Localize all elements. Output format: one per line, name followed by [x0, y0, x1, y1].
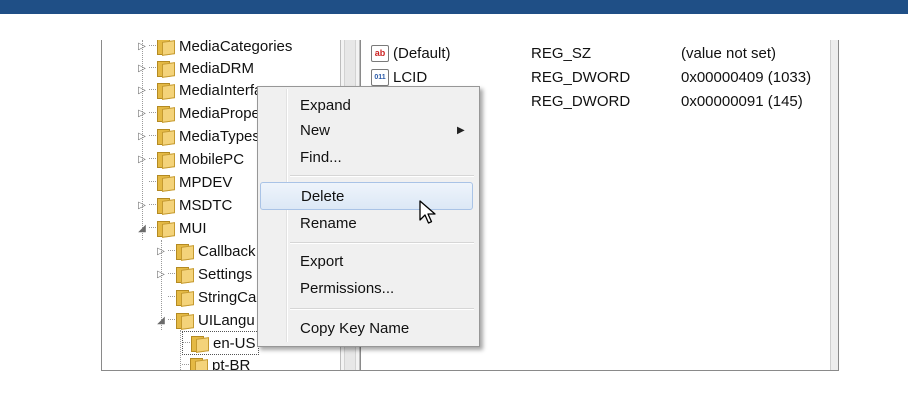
collapse-arrow-icon[interactable]: ◢: [155, 315, 167, 326]
folder-icon: [191, 335, 209, 353]
expand-arrow-icon[interactable]: ▷: [136, 85, 148, 96]
folder-icon: [176, 243, 194, 261]
expand-arrow-icon[interactable]: ▷: [136, 108, 148, 119]
value-type: REG_DWORD: [531, 92, 631, 110]
expand-arrow-icon[interactable]: ▷: [136, 131, 148, 142]
value-row[interactable]: 011 LCID REG_DWORD 0x00000409 (1033): [371, 66, 831, 88]
tree-node-label: MSDTC: [179, 196, 233, 214]
menu-item-new[interactable]: New ▶: [260, 117, 475, 143]
folder-icon: [157, 174, 175, 192]
top-banner-bar: [0, 0, 908, 14]
folder-icon: [176, 312, 194, 330]
tree-node[interactable]: MPDEV: [136, 171, 232, 193]
tree-node[interactable]: ▷ MSDTC: [136, 194, 232, 216]
tree-node[interactable]: ▷ MediaTypes: [136, 125, 260, 147]
values-scrollbar[interactable]: [830, 40, 838, 370]
menu-item-export[interactable]: Export: [260, 248, 475, 274]
menu-item-permissions[interactable]: Permissions...: [260, 275, 475, 301]
string-value-icon: ab: [371, 44, 389, 62]
tree-node[interactable]: ▷ MediaDRM: [136, 57, 254, 79]
tree-node[interactable]: pt-BR: [182, 354, 251, 371]
menu-item-expand[interactable]: Expand: [260, 92, 475, 118]
tree-node-label: MediaCategories: [179, 40, 293, 55]
tree-node-label: Settings: [198, 265, 253, 283]
menu-item-delete[interactable]: Delete: [260, 182, 473, 210]
folder-icon: [190, 357, 208, 370]
folder-icon: [157, 105, 175, 123]
tree-node-label: MUI: [179, 219, 207, 237]
folder-icon: [176, 289, 194, 307]
value-data: (value not set): [681, 44, 777, 62]
menu-item-find[interactable]: Find...: [260, 144, 475, 170]
tree-node-label: en-US: [213, 334, 256, 352]
collapse-arrow-icon[interactable]: ◢: [136, 223, 148, 234]
tree-node[interactable]: ◢ UILangu: [155, 309, 255, 331]
tree-node[interactable]: ◢ MUI: [136, 217, 207, 239]
mouse-pointer-icon: [419, 200, 436, 224]
tree-node[interactable]: ▷ MediaCategories: [136, 40, 292, 57]
expand-arrow-icon[interactable]: ▷: [155, 269, 167, 280]
folder-icon: [157, 60, 175, 78]
folder-icon: [176, 266, 194, 284]
tree-node-label: MediaDRM: [179, 59, 255, 77]
menu-item-rename[interactable]: Rename: [260, 210, 475, 236]
menu-item-copy-key-name[interactable]: Copy Key Name: [260, 315, 475, 341]
tree-node-label: UILangu: [198, 311, 255, 329]
expand-arrow-icon[interactable]: ▷: [136, 200, 148, 211]
value-row[interactable]: ab (Default) REG_SZ (value not set): [371, 42, 831, 64]
value-type: REG_DWORD: [531, 68, 631, 86]
menu-separator: [290, 242, 474, 244]
expand-arrow-icon[interactable]: ▷: [155, 246, 167, 257]
value-name: (Default): [393, 44, 451, 62]
tree-line: [180, 330, 181, 370]
expand-arrow-icon[interactable]: ▷: [136, 63, 148, 74]
tree-node[interactable]: ▷ Callback: [155, 240, 256, 262]
folder-icon: [157, 40, 175, 56]
expand-arrow-icon[interactable]: ▷: [136, 41, 148, 52]
menu-separator: [290, 308, 474, 310]
folder-icon: [157, 82, 175, 100]
folder-icon: [157, 220, 175, 238]
tree-node-label: MobilePC: [179, 150, 245, 168]
tree-node-selected[interactable]: en-US: [182, 331, 259, 355]
tree-node[interactable]: StringCa: [155, 286, 256, 308]
folder-icon: [157, 128, 175, 146]
value-type: REG_SZ: [531, 44, 592, 62]
context-menu: Expand New ▶ Find... Delete Rename Export…: [257, 86, 480, 347]
menu-separator: [290, 175, 474, 177]
value-name: LCID: [393, 68, 428, 86]
tree-node-label: MPDEV: [179, 173, 233, 191]
folder-icon: [157, 197, 175, 215]
tree-node-label: MediaTypes: [179, 127, 260, 145]
tree-node[interactable]: ▷ MobilePC: [136, 148, 244, 170]
binary-value-icon: 011: [371, 68, 389, 86]
tree-node-label: StringCa: [198, 288, 257, 306]
value-data: 0x00000409 (1033): [681, 68, 812, 86]
tree-node-label: pt-BR: [212, 356, 251, 371]
tree-node[interactable]: ▷ Settings: [155, 263, 252, 285]
expand-arrow-icon[interactable]: ▷: [136, 154, 148, 165]
folder-icon: [157, 151, 175, 169]
tree-node-label: Callback: [198, 242, 256, 260]
submenu-arrow-icon: ▶: [457, 124, 465, 136]
value-data: 0x00000091 (145): [681, 92, 803, 110]
